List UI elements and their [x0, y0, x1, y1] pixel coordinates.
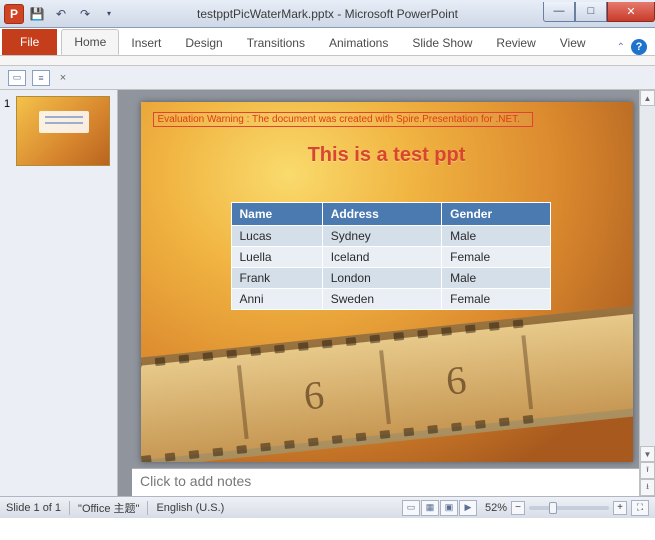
slides-outline-toolbar: ▭ ≡ ×	[0, 66, 655, 90]
tab-animations[interactable]: Animations	[317, 31, 400, 55]
zoom-level[interactable]: 52%	[485, 502, 507, 514]
th-gender[interactable]: Gender	[442, 203, 550, 226]
th-name[interactable]: Name	[231, 203, 322, 226]
ribbon-minimize-icon[interactable]: ⌃	[617, 42, 625, 53]
window-buttons: — □ ✕	[543, 6, 655, 22]
zoom-slider-thumb[interactable]	[549, 502, 557, 514]
powerpoint-app-icon[interactable]: P	[4, 4, 24, 24]
film-digit: 6	[383, 335, 533, 424]
next-slide-icon[interactable]: ⭳	[640, 479, 655, 496]
prev-slide-icon[interactable]: ⭱	[640, 462, 655, 479]
save-icon[interactable]: 💾	[26, 3, 48, 25]
reading-view-icon[interactable]: ▣	[440, 500, 458, 516]
tab-transitions[interactable]: Transitions	[235, 31, 317, 55]
tab-file[interactable]: File	[2, 29, 57, 55]
slide-table[interactable]: Name Address Gender LucasSydneyMale Luel…	[231, 202, 551, 310]
table-row[interactable]: LucasSydneyMale	[231, 226, 550, 247]
status-slide-number[interactable]: Slide 1 of 1	[6, 502, 61, 514]
film-strip-graphic: 66	[141, 302, 633, 462]
status-language[interactable]: English (U.S.)	[156, 502, 224, 514]
view-buttons: ▭ ▦ ▣ ▶	[402, 500, 477, 516]
outline-tab-icon[interactable]: ≡	[32, 70, 50, 86]
status-theme[interactable]: "Office 主题"	[78, 500, 139, 516]
scroll-down-icon[interactable]: ▼	[640, 446, 655, 462]
app-letter: P	[10, 7, 18, 21]
slide-canvas-wrap: 66 Evaluation Warning : The document was…	[118, 90, 655, 468]
slideshow-view-icon[interactable]: ▶	[459, 500, 477, 516]
zoom-slider[interactable]	[529, 506, 609, 510]
slides-tab-icon[interactable]: ▭	[8, 70, 26, 86]
normal-view-icon[interactable]: ▭	[402, 500, 420, 516]
ribbon-strip	[0, 56, 655, 66]
tab-design[interactable]: Design	[173, 31, 234, 55]
sorter-view-icon[interactable]: ▦	[421, 500, 439, 516]
tab-view[interactable]: View	[548, 31, 598, 55]
zoom-out-button[interactable]: −	[511, 501, 525, 515]
slide-editor: 66 Evaluation Warning : The document was…	[118, 90, 655, 496]
zoom-in-button[interactable]: +	[613, 501, 627, 515]
thumb-table-preview	[39, 111, 89, 133]
slide-title[interactable]: This is a test ppt	[141, 144, 633, 167]
qat-customize-icon[interactable]: ▾	[98, 3, 120, 25]
ribbon-tabs: File Home Insert Design Transitions Anim…	[0, 28, 655, 56]
window-titlebar: P 💾 ↶ ↷ ▾ testpptPicWaterMark.pptx - Mic…	[0, 0, 655, 28]
table-row[interactable]: FrankLondonMale	[231, 268, 550, 289]
notes-pane[interactable]: Click to add notes	[132, 468, 641, 496]
maximize-button[interactable]: □	[575, 2, 607, 22]
minimize-button[interactable]: —	[543, 2, 575, 22]
zoom-controls: 52% − + ⛶	[485, 500, 649, 516]
thumb-number: 1	[4, 98, 10, 110]
tab-slideshow[interactable]: Slide Show	[400, 31, 484, 55]
main-area: 1 66 Evaluation Warning : The document w…	[0, 90, 655, 496]
film-digit: 6	[240, 350, 390, 439]
tab-insert[interactable]: Insert	[119, 31, 173, 55]
undo-icon[interactable]: ↶	[50, 3, 72, 25]
tab-review[interactable]: Review	[484, 31, 547, 55]
redo-icon[interactable]: ↷	[74, 3, 96, 25]
scroll-up-icon[interactable]: ▲	[640, 90, 655, 106]
slide-thumbnails-panel[interactable]: 1	[0, 90, 118, 496]
slide-thumbnail-1[interactable]	[16, 96, 110, 166]
slide-canvas[interactable]: 66 Evaluation Warning : The document was…	[141, 102, 633, 462]
table-row[interactable]: LuellaIcelandFemale	[231, 247, 550, 268]
help-icon[interactable]: ?	[631, 39, 647, 55]
table-header-row: Name Address Gender	[231, 203, 550, 226]
close-button[interactable]: ✕	[607, 2, 655, 22]
close-pane-icon[interactable]: ×	[56, 72, 70, 84]
quick-access-toolbar: P 💾 ↶ ↷ ▾	[0, 3, 120, 25]
evaluation-warning: Evaluation Warning : The document was cr…	[153, 112, 533, 127]
table-row[interactable]: AnniSwedenFemale	[231, 289, 550, 310]
vertical-scrollbar[interactable]: ▲ ▼ ⭱ ⭳	[639, 90, 655, 496]
fit-to-window-icon[interactable]: ⛶	[631, 500, 649, 516]
status-bar: Slide 1 of 1 "Office 主题" English (U.S.) …	[0, 496, 655, 518]
tab-home[interactable]: Home	[61, 29, 119, 55]
th-address[interactable]: Address	[322, 203, 441, 226]
